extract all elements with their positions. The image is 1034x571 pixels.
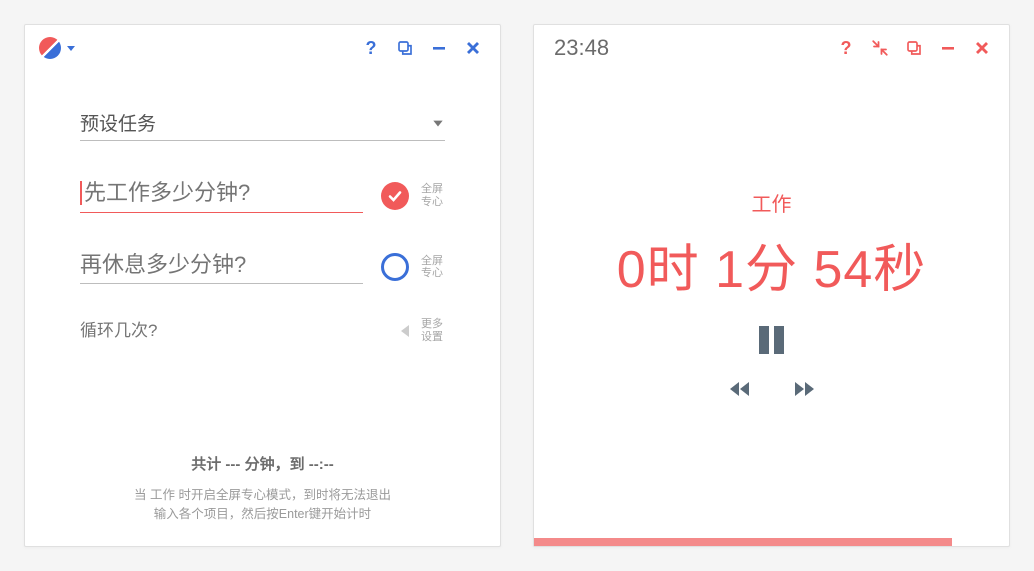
help-icon[interactable]: ? [358,35,384,61]
total-duration-label: 共计 --- 分钟，到 --:-- [55,453,470,474]
app-menu-dropdown[interactable] [65,42,77,54]
help-icon[interactable]: ? [833,35,859,61]
work-minutes-input[interactable] [80,179,363,208]
timer-controls [759,326,784,354]
minimize-icon[interactable] [935,35,961,61]
setup-titlebar: ? [25,25,500,69]
close-icon[interactable] [460,35,486,61]
work-minutes-input-wrap [80,179,363,213]
text-cursor [80,181,82,205]
pause-button[interactable] [759,326,784,354]
pin-window-icon[interactable] [392,35,418,61]
progress-bar [534,538,1009,546]
rest-fullscreen-checkbox[interactable] [381,253,409,281]
close-icon[interactable] [969,35,995,61]
hint-line-1: 当 工作 时开启全屏专心模式，到时将无法退出 [55,484,470,503]
loop-count-input[interactable] [80,320,383,342]
timer-display: 0时 1分 54秒 [617,227,927,302]
setup-footer: 共计 --- 分钟，到 --:-- 当 工作 时开启全屏专心模式，到时将无法退出… [25,453,500,546]
preset-task-label: 预设任务 [80,109,156,136]
mode-label: 工作 [752,188,792,217]
preset-task-dropdown[interactable]: 预设任务 [80,109,445,141]
rest-minutes-input-wrap [80,251,363,285]
pin-window-icon[interactable] [901,35,927,61]
more-settings-label: 更多 设置 [419,318,445,343]
loop-count-input-wrap [80,320,383,342]
minimize-icon[interactable] [426,35,452,61]
timer-window: 23:48 ? 工作 0时 1分 54秒 [533,24,1010,547]
shrink-icon[interactable] [867,35,893,61]
timer-content: 工作 0时 1分 54秒 [534,69,1009,546]
work-fullscreen-checkbox[interactable] [381,182,409,210]
seek-controls [728,380,816,398]
chevron-down-icon [431,116,445,130]
setup-form: 预设任务 全屏 专心 全屏 专心 [25,69,500,361]
clock-time: 23:48 [554,35,609,61]
work-fullscreen-label: 全屏 专心 [419,183,445,208]
app-logo-icon[interactable] [39,37,61,59]
rest-fullscreen-label: 全屏 专心 [419,255,445,280]
setup-window: ? 预设任务 全屏 [24,24,501,547]
rest-minutes-input[interactable] [80,251,363,280]
progress-fill [534,538,952,546]
hint-line-2: 输入各个项目，然后按Enter键开始计时 [55,503,470,522]
rewind-button[interactable] [728,380,752,398]
timer-titlebar: 23:48 ? [534,25,1009,69]
fast-forward-button[interactable] [792,380,816,398]
expand-settings-icon[interactable] [401,325,409,337]
